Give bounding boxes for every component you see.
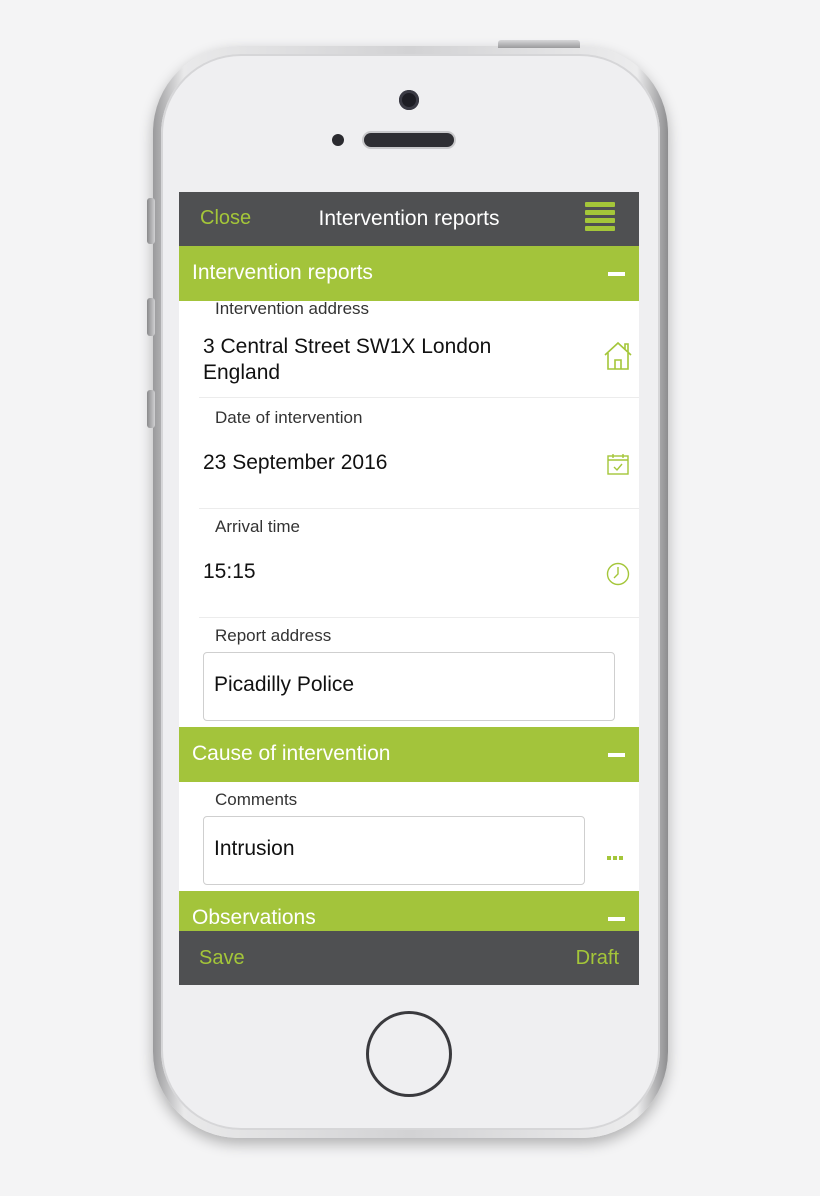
report-address-value: Picadilly Police (214, 673, 355, 696)
date-label: Date of intervention (215, 408, 363, 427)
divider (199, 397, 639, 398)
minus-icon[interactable] (608, 272, 625, 276)
section-header-cause[interactable]: Cause of intervention (179, 727, 639, 782)
minus-icon[interactable] (608, 753, 625, 757)
mute-switch (147, 198, 155, 244)
intervention-address-label: Intervention address (215, 299, 370, 318)
section-title: Intervention reports (192, 261, 373, 284)
section-header-intervention[interactable]: Intervention reports (179, 246, 639, 301)
arrival-time-value[interactable]: 15:15 (203, 559, 256, 585)
address-line-2: England (203, 361, 281, 384)
save-button[interactable]: Save (199, 947, 245, 970)
minus-icon[interactable] (608, 917, 625, 921)
date-value[interactable]: 23 September 2016 (203, 450, 387, 476)
home-icon[interactable] (602, 340, 634, 372)
nav-bar: Intervention reports Close (179, 192, 639, 246)
report-address-label: Report address (215, 626, 332, 645)
proximity-sensor (332, 134, 344, 146)
comments-value: Intrusion (214, 837, 295, 860)
draft-button[interactable]: Draft (576, 947, 619, 970)
divider (199, 508, 639, 509)
hamburger-icon[interactable] (585, 202, 615, 234)
earpiece-speaker (364, 133, 454, 147)
clock-icon[interactable] (606, 562, 630, 586)
divider (199, 617, 639, 618)
report-address-input[interactable]: Picadilly Police (203, 652, 615, 721)
section-title: Cause of intervention (192, 742, 391, 765)
home-button (366, 1011, 452, 1097)
volume-down-button (147, 390, 155, 428)
app-screen: Intervention reports Close Intervention … (179, 192, 639, 985)
comments-label: Comments (215, 790, 298, 809)
arrival-time-label: Arrival time (215, 517, 301, 536)
volume-up-button (147, 298, 155, 336)
calendar-icon[interactable] (606, 452, 630, 476)
front-camera (399, 90, 419, 110)
close-button[interactable]: Close (200, 207, 251, 230)
power-button (498, 40, 580, 48)
comments-input[interactable]: Intrusion (203, 816, 585, 885)
more-dots-icon[interactable] (607, 847, 625, 865)
bottom-toolbar: Save Draft (179, 931, 639, 985)
intervention-address-value[interactable]: 3 Central Street SW1X London England (203, 334, 491, 386)
address-line-1: 3 Central Street SW1X London (203, 335, 492, 358)
section-title: Observations (192, 906, 316, 929)
